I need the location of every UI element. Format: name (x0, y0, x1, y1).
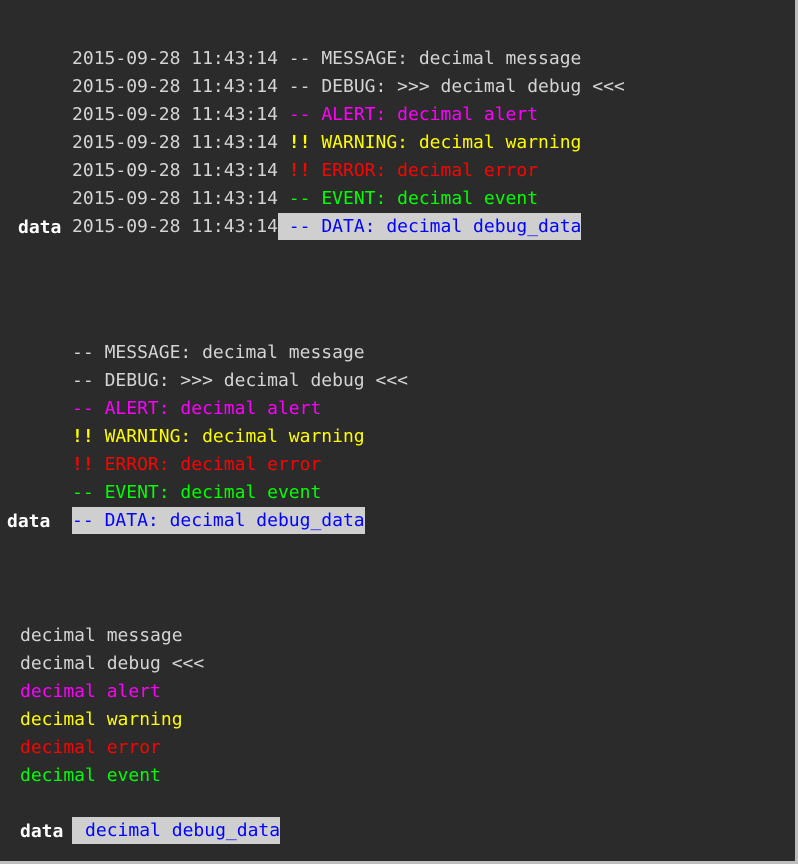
log-line-event: 2015-09-28 11:43:14 -- EVENT: decimal ev… (7, 158, 538, 209)
log-prefix: -- (72, 510, 94, 531)
log-prefix: -- (288, 216, 311, 237)
log-text: DATA: decimal debug_data (321, 216, 582, 237)
log-line-debug: decimal debug <<< (20, 653, 205, 674)
log-line-alert: -- ALERT: decimal alert (7, 368, 321, 419)
log-timestamp: 2015-09-28 11:43:14 (72, 216, 278, 237)
data-highlight: decimal debug_data (72, 817, 281, 844)
terminal-output: 2015-09-28 11:43:14 -- MESSAGE: decimal … (0, 0, 798, 864)
log-text: DATA: decimal debug_data (104, 510, 365, 531)
log-line-message: 2015-09-28 11:43:14 -- MESSAGE: decimal … (7, 18, 581, 69)
log-line-message: decimal message (20, 625, 183, 646)
log-line-data: 2015-09-28 11:43:14 -- DATA: decimal deb… (7, 186, 582, 240)
log-line-data: -- DATA: decimal debug_data (7, 480, 365, 534)
data-highlight: -- DATA: decimal debug_data (72, 507, 365, 534)
log-line-error: decimal error (20, 737, 161, 758)
log-line-alert: decimal alert (20, 681, 161, 702)
log-line-warning: 2015-09-28 11:43:14 !! WARNING: decimal … (7, 102, 581, 153)
log-line-data: decimal debug_data (7, 790, 281, 844)
log-line-debug: 2015-09-28 11:43:14 -- DEBUG: >>> decima… (7, 46, 625, 97)
log-line-warning: !! WARNING: decimal warning (7, 396, 365, 447)
log-line-error: !! ERROR: decimal error (7, 424, 321, 475)
data-highlight: -- DATA: decimal debug_data (277, 213, 582, 240)
log-line-event: decimal event (20, 765, 161, 786)
log-line-message: -- MESSAGE: decimal message (7, 312, 365, 363)
log-line-event: -- EVENT: decimal event (7, 452, 321, 503)
log-line-warning: decimal warning (20, 709, 183, 730)
log-trailer: data (20, 821, 64, 842)
log-line-alert: 2015-09-28 11:43:14 -- ALERT: decimal al… (7, 74, 538, 125)
log-line-debug: -- DEBUG: >>> decimal debug <<< (7, 340, 408, 391)
log-trailer: data (18, 217, 62, 238)
log-trailer: data (7, 511, 51, 532)
log-text: decimal debug_data (85, 820, 281, 841)
log-line-error: 2015-09-28 11:43:14 !! ERROR: decimal er… (7, 130, 538, 181)
